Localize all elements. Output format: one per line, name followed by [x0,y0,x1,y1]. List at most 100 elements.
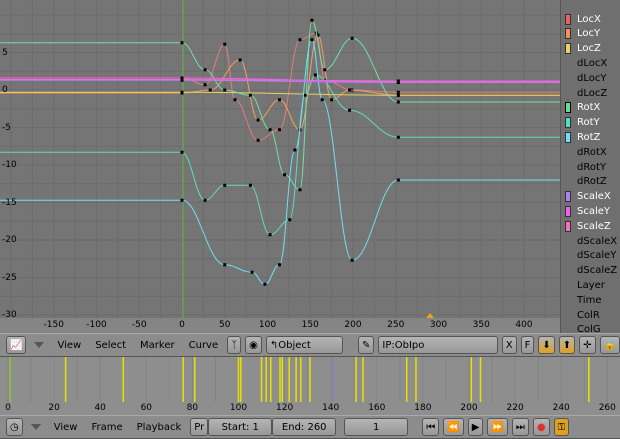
channel-color-swatch[interactable] [565,205,571,217]
keyframe-point[interactable] [223,263,227,267]
keyframe-point[interactable] [288,218,292,222]
start-frame-field[interactable]: Start: 1 [208,418,273,436]
keyframe-point[interactable] [310,38,314,42]
menu-marker[interactable]: Marker [135,340,180,351]
keyframe-point[interactable] [256,138,260,142]
channel-color-swatch[interactable] [565,28,571,40]
keyframe-point[interactable] [350,36,354,40]
keyframe-point[interactable] [277,98,281,102]
channel-scalez[interactable]: ScaleZ [565,219,611,233]
keyframe-point[interactable] [348,108,352,112]
channel-time[interactable]: Time [565,293,601,307]
menu-view[interactable]: View [49,422,83,433]
keyframe-point[interactable] [298,38,302,42]
keyframe-point[interactable] [396,135,400,139]
jump-start-button[interactable]: ⏮ [422,418,440,436]
ipo-curve-rotz[interactable] [0,39,560,285]
keyframe-point[interactable] [208,88,212,92]
keyframe-point[interactable] [180,150,184,154]
channel-roty[interactable]: RotY [565,116,600,130]
keyframe-point[interactable] [223,88,227,92]
channel-drotx[interactable]: dRotX [565,145,607,159]
preview-range-button[interactable]: Pr [190,418,209,436]
channel-dlocx[interactable]: dLocX [565,56,607,70]
channel-rotx[interactable]: RotX [565,101,600,115]
ipo-graph-area[interactable]: 5 0 -5 -10 -15 -20 -25 -30 -150 -100 -50 0 50 100 150… [0,0,560,333]
collapse-menu-icon[interactable] [30,424,41,430]
ipo-type-select[interactable]: ↰ Object [265,336,343,354]
fake-user-button[interactable]: F [520,336,535,354]
channel-dlocz[interactable]: dLocZ [565,86,607,100]
channel-color-swatch[interactable] [565,131,571,143]
keyframe-point[interactable] [180,90,184,94]
unlink-ipo-button[interactable]: X [501,336,517,354]
keyframe-point[interactable] [180,198,184,202]
channel-color-swatch[interactable] [565,191,571,203]
keyframe-point[interactable] [180,76,184,80]
channel-color-swatch[interactable] [565,13,571,25]
keyframe-point[interactable] [263,282,267,286]
pin-button[interactable]: ✎ [357,336,375,354]
keying-set-button[interactable]: ⚿ [553,418,570,436]
ipo-curve-locx[interactable] [0,32,560,141]
channel-color-swatch[interactable] [565,220,571,232]
keyframe-point[interactable] [203,68,207,72]
lock-button[interactable]: 🔒 [599,336,620,354]
editor-type-button[interactable]: 📈 [6,336,27,354]
channel-scalex[interactable]: ScaleX [565,190,611,204]
menu-playback[interactable]: Playback [132,422,187,433]
prev-keyframe-button[interactable]: ⏪ [443,418,464,436]
view-all-button[interactable]: ✛ [579,336,596,354]
channel-dscalez[interactable]: dScaleZ [565,264,617,278]
channel-layer[interactable]: Layer [565,278,605,292]
timeline-area[interactable] [0,357,620,402]
keyframe-point[interactable] [303,93,307,97]
copy-down-button[interactable]: ⬇ [538,336,555,354]
keyframe-point[interactable] [310,18,314,22]
end-frame-field[interactable]: End: 260 [272,418,337,436]
paste-up-button[interactable]: ⬆ [558,336,576,354]
keyframe-point[interactable] [268,128,272,132]
jump-end-button[interactable]: ⏭ [511,418,529,436]
keyframe-point[interactable] [323,68,327,72]
keyframe-point[interactable] [277,128,281,132]
menu-frame[interactable]: Frame [86,422,127,433]
channel-locx[interactable]: LocX [565,12,601,26]
pin-view-button[interactable]: ᛉ [227,336,242,354]
ipo-curve-rotx[interactable] [0,19,560,191]
keyframe-point[interactable] [348,88,352,92]
channel-dscaley[interactable]: dScaleY [565,249,616,263]
channel-scaley[interactable]: ScaleY [565,204,610,218]
menu-curve[interactable]: Curve [184,340,224,351]
channel-rotz[interactable]: RotZ [565,130,600,144]
keyframe-point[interactable] [233,98,237,102]
editor-type-button-timeline[interactable]: ◷ [6,418,23,436]
channel-locy[interactable]: LocY [565,27,600,41]
keyframe-point[interactable] [256,118,260,122]
visibility-button[interactable]: ◉ [245,336,262,354]
keyframe-point[interactable] [396,90,400,94]
ipo-curves-canvas[interactable] [0,0,560,333]
keyframe-point[interactable] [283,173,287,177]
keyframe-point[interactable] [238,58,242,62]
current-frame-field[interactable]: 1 [344,418,409,436]
keyframe-point[interactable] [396,80,400,84]
ipo-name-field[interactable]: IP:ObIpo [378,336,498,354]
channel-locz[interactable]: LocZ [565,42,601,56]
timeline-keyframes[interactable] [0,357,620,402]
keyframe-point[interactable] [396,93,400,97]
keyframe-point[interactable] [396,178,400,182]
channel-colr[interactable]: ColR [565,308,600,322]
keyframe-point[interactable] [203,198,207,202]
keyframe-point[interactable] [313,73,317,77]
menu-select[interactable]: Select [90,340,131,351]
menu-view[interactable]: View [52,340,86,351]
next-keyframe-button[interactable]: ⏩ [487,418,508,436]
keyframe-point[interactable] [350,258,354,262]
keyframe-point[interactable] [180,41,184,45]
keyframe-point[interactable] [293,148,297,152]
channel-color-swatch[interactable] [565,102,571,114]
record-button[interactable]: ● [532,418,550,436]
keyframe-point[interactable] [298,188,302,192]
keyframe-point[interactable] [250,270,254,274]
